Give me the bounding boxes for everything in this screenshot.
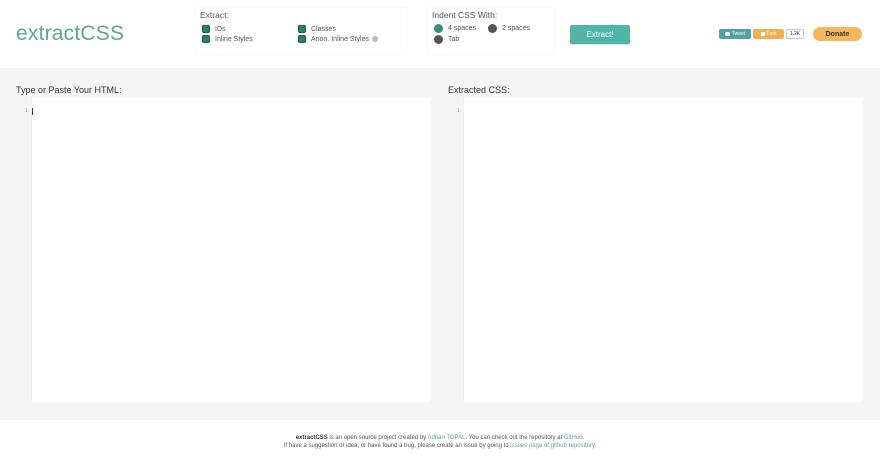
footer-text: is an open source project created by bbox=[327, 435, 428, 441]
header: extractCSS Extract: IDs Classes Inline S… bbox=[0, 0, 880, 68]
css-output-label: Extracted CSS: bbox=[448, 85, 510, 95]
footer-text: . bbox=[582, 435, 585, 441]
indent-tab-label: Tab bbox=[448, 36, 460, 43]
help-icon[interactable] bbox=[371, 36, 378, 42]
option-anon-inline-styles[interactable]: Anon. Inline Styles bbox=[298, 35, 378, 43]
twitter-bird-icon bbox=[724, 32, 730, 36]
fork-button[interactable]: Fork bbox=[753, 29, 784, 39]
option-inline-styles[interactable]: Inline Styles bbox=[202, 35, 253, 43]
footer: extractCSS is an open source project cre… bbox=[0, 420, 880, 466]
indent-2-spaces-radio[interactable] bbox=[488, 24, 497, 33]
css-output-editor[interactable] bbox=[463, 98, 863, 402]
indent-tab[interactable]: Tab bbox=[434, 35, 459, 44]
fork-count-badge: 1.2K bbox=[786, 29, 804, 39]
option-classes-label: Classes bbox=[311, 25, 336, 33]
html-input-gutter bbox=[16, 98, 32, 402]
inline-styles-checkbox[interactable] bbox=[202, 35, 210, 43]
option-ids[interactable]: IDs bbox=[202, 25, 226, 33]
github-icon bbox=[760, 32, 765, 36]
extract-options-title: Extract: bbox=[200, 10, 229, 20]
footer-text: . bbox=[594, 443, 597, 449]
indent-2-spaces[interactable]: 2 spaces bbox=[488, 24, 530, 33]
footer-line-1: extractCSS is an open source project cre… bbox=[0, 435, 880, 441]
option-classes[interactable]: Classes bbox=[298, 25, 336, 33]
html-input-editor[interactable] bbox=[31, 98, 431, 402]
option-ids-label: IDs bbox=[215, 25, 226, 33]
classes-checkbox[interactable] bbox=[298, 25, 306, 33]
option-anon-inline-styles-label: Anon. Inline Styles bbox=[311, 35, 369, 43]
css-output-line-number: 1 bbox=[457, 108, 460, 114]
extract-button[interactable]: Extract! bbox=[570, 25, 630, 44]
footer-line-2: If have a suggestion or idea, or have fo… bbox=[0, 443, 880, 449]
option-inline-styles-label: Inline Styles bbox=[215, 35, 253, 43]
github-link[interactable]: GitHub bbox=[564, 435, 583, 441]
indent-options-title: Indent CSS With: bbox=[432, 10, 498, 20]
footer-brand: extractCSS bbox=[295, 435, 328, 441]
indent-tab-radio[interactable] bbox=[434, 35, 443, 44]
indent-4-spaces-label: 4 spaces bbox=[448, 25, 477, 32]
footer-text: . You can check out the repository at bbox=[465, 435, 564, 441]
extract-options-panel: Extract: IDs Classes Inline Styles Anon.… bbox=[196, 8, 406, 54]
css-output-gutter bbox=[448, 98, 464, 402]
app-logo: extractCSS bbox=[16, 22, 125, 45]
issues-link[interactable]: issues page of github repository bbox=[510, 443, 594, 449]
indent-options-panel: Indent CSS With: 4 spaces 2 spaces Tab bbox=[428, 8, 554, 54]
ids-checkbox[interactable] bbox=[202, 25, 210, 33]
indent-2-spaces-label: 2 spaces bbox=[502, 25, 531, 32]
indent-4-spaces[interactable]: 4 spaces bbox=[434, 24, 476, 33]
donate-button[interactable]: Donate bbox=[813, 27, 862, 41]
text-cursor bbox=[32, 108, 33, 115]
html-input-line-number: 1 bbox=[25, 108, 28, 114]
fork-label: Fork bbox=[766, 31, 777, 37]
anon-inline-styles-checkbox[interactable] bbox=[298, 35, 306, 43]
indent-4-spaces-radio[interactable] bbox=[434, 24, 443, 33]
html-input-label: Type or Paste Your HTML: bbox=[16, 85, 122, 95]
author-link[interactable]: Adnan TOPAL bbox=[427, 435, 465, 441]
tweet-label: Tweet bbox=[731, 31, 746, 37]
tweet-button[interactable]: Tweet bbox=[719, 29, 751, 39]
footer-text: If have a suggestion or idea, or have fo… bbox=[283, 443, 511, 449]
